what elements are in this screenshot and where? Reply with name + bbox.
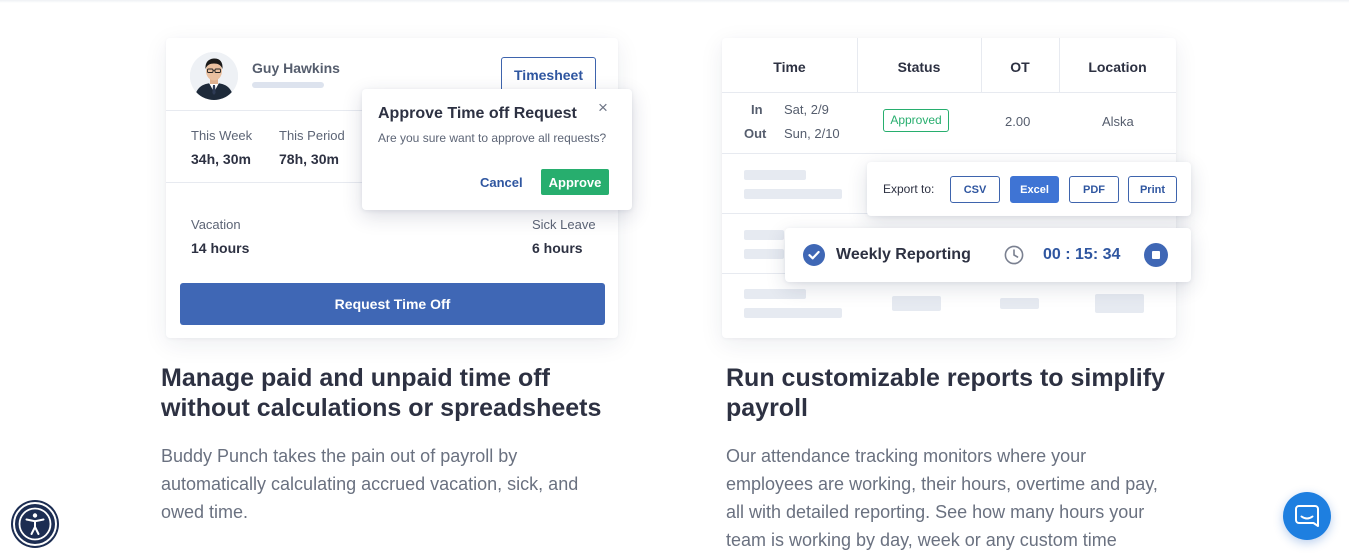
approve-modal: Approve Time off Request × Are you sure … (362, 89, 632, 210)
this-period-value: 78h, 30m (279, 151, 339, 167)
modal-title: Approve Time off Request (378, 105, 577, 122)
top-border (0, 0, 1349, 3)
row-separator (722, 153, 1176, 154)
header-location: Location (1088, 59, 1147, 75)
export-excel-button[interactable]: Excel (1010, 176, 1059, 203)
timesheet-button[interactable]: Timesheet (501, 57, 596, 92)
export-label: Export to: (883, 182, 935, 196)
weekly-reporting-panel: Weekly Reporting 00 : 15: 34 (785, 228, 1191, 282)
row-separator (722, 92, 1176, 93)
right-heading-line-2: payroll (726, 394, 808, 422)
clock-icon (1004, 245, 1024, 265)
placeholder-bar (892, 296, 941, 311)
right-body-line-1: Our attendance tracking monitors where y… (726, 446, 1087, 466)
stop-icon[interactable] (1144, 243, 1168, 267)
vacation-value: 14 hours (191, 240, 250, 256)
header-status: Status (897, 59, 941, 75)
left-heading-line-2: without calculations or spreadsheets (161, 394, 602, 422)
export-panel: Export to: CSV Excel PDF Print (867, 162, 1191, 216)
out-date: Sun, 2/10 (784, 126, 840, 141)
header-time: Time (773, 59, 806, 75)
placeholder-bar (744, 249, 784, 259)
print-button[interactable]: Print (1128, 176, 1177, 203)
timer-display: 00 : 15: 34 (1043, 246, 1121, 263)
left-body-line-2: automatically calculating accrued vacati… (161, 474, 579, 494)
accessibility-icon (18, 507, 52, 541)
ot-value: 2.00 (1005, 114, 1031, 129)
sick-leave-value: 6 hours (532, 240, 583, 256)
placeholder-bar (744, 189, 842, 199)
right-body-line-3: all with detailed reporting. See how man… (726, 502, 1145, 522)
accessibility-button[interactable] (13, 502, 57, 546)
chat-button[interactable] (1283, 492, 1331, 540)
left-body-line-1: Buddy Punch takes the pain out of payrol… (161, 446, 518, 466)
this-week-label: This Week (191, 128, 253, 143)
request-time-off-button[interactable]: Request Time Off (180, 283, 605, 325)
close-icon[interactable]: × (598, 99, 608, 116)
right-body-line-2: employees are working, their hours, over… (726, 474, 1158, 494)
modal-message: Are you sure want to approve all request… (378, 131, 607, 145)
left-heading-line-1: Manage paid and unpaid time off (161, 364, 550, 392)
approve-button[interactable]: Approve (541, 169, 609, 195)
right-body-line-4: team is working by day, week or any cust… (726, 530, 1117, 550)
in-label: In (751, 102, 763, 117)
sick-leave-label: Sick Leave (532, 217, 596, 232)
this-week-value: 34h, 30m (191, 151, 251, 167)
placeholder-bar (744, 308, 842, 318)
header-ot: OT (1010, 59, 1030, 75)
user-subtitle-placeholder (252, 82, 324, 88)
export-csv-button[interactable]: CSV (950, 176, 1000, 203)
export-pdf-button[interactable]: PDF (1069, 176, 1119, 203)
placeholder-bar (1095, 294, 1144, 313)
avatar (190, 52, 238, 100)
placeholder-bar (1000, 298, 1039, 309)
location-value: Alska (1102, 114, 1134, 129)
placeholder-bar (744, 230, 784, 240)
vacation-label: Vacation (191, 217, 241, 232)
cancel-button[interactable]: Cancel (480, 175, 523, 190)
chat-icon (1295, 505, 1319, 527)
right-heading-line-1: Run customizable reports to simplify (726, 364, 1165, 392)
user-name: Guy Hawkins (252, 60, 340, 76)
placeholder-bar (744, 170, 806, 180)
placeholder-bar (744, 289, 806, 299)
out-label: Out (744, 126, 767, 141)
check-circle-icon (803, 244, 825, 266)
this-period-label: This Period (279, 128, 345, 143)
weekly-reporting-label: Weekly Reporting (836, 246, 971, 263)
status-badge: Approved (883, 109, 949, 132)
left-body-line-3: owed time. (161, 502, 249, 522)
in-date: Sat, 2/9 (784, 102, 829, 117)
